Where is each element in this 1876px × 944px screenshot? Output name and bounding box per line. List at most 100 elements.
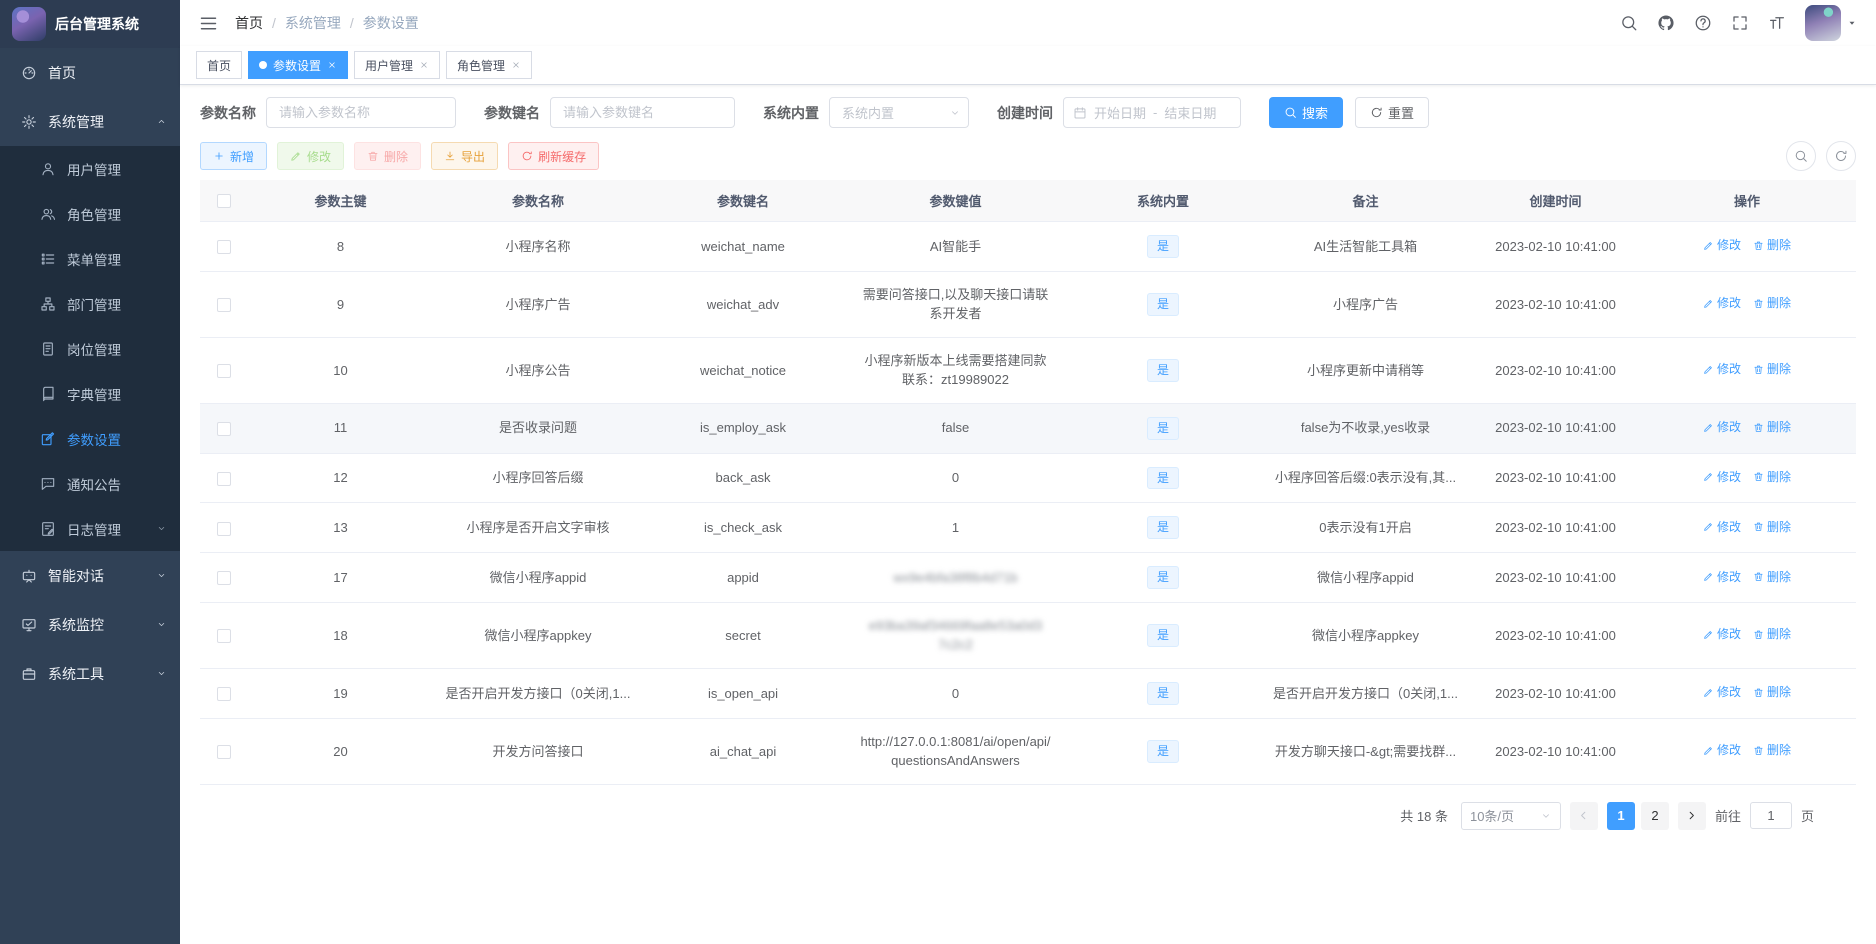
delete-link[interactable]: 删除: [1753, 683, 1791, 701]
row-checkbox[interactable]: [217, 298, 231, 312]
edit-link[interactable]: 修改: [1703, 568, 1741, 586]
question-button[interactable]: [1694, 14, 1712, 32]
tab-role[interactable]: 角色管理: [446, 51, 532, 79]
edit-button[interactable]: 修改: [277, 142, 344, 170]
delete-link[interactable]: 删除: [1753, 741, 1791, 759]
edit-link[interactable]: 修改: [1703, 468, 1741, 486]
delete-link[interactable]: 删除: [1753, 568, 1791, 586]
export-button[interactable]: 导出: [431, 142, 498, 170]
fullscreen-button[interactable]: [1731, 14, 1749, 32]
pencil-icon: [1703, 629, 1714, 640]
row-checkbox[interactable]: [217, 364, 231, 378]
page-size-select[interactable]: 10条/页: [1461, 802, 1561, 830]
sidebar-item-label: 系统监控: [48, 615, 104, 635]
row-checkbox[interactable]: [217, 472, 231, 486]
row-checkbox[interactable]: [217, 629, 231, 643]
edit-link[interactable]: 修改: [1703, 518, 1741, 536]
edit-link[interactable]: 修改: [1703, 683, 1741, 701]
delete-link[interactable]: 删除: [1753, 625, 1791, 643]
refresh-cache-button[interactable]: 刷新缓存: [508, 142, 599, 170]
search-button[interactable]: [1620, 14, 1638, 32]
table-row: 12小程序回答后缀back_ask0是小程序回答后缀:0表示没有,其...202…: [200, 453, 1856, 503]
search-button[interactable]: 搜索: [1269, 97, 1343, 128]
close-icon[interactable]: [511, 60, 521, 70]
column-header: 创建时间: [1473, 180, 1638, 222]
close-icon[interactable]: [419, 60, 429, 70]
sidebar-item-role[interactable]: 角色管理: [0, 191, 180, 236]
param-key-input[interactable]: [550, 97, 735, 128]
param-name-input[interactable]: [266, 97, 456, 128]
row-checkbox[interactable]: [217, 522, 231, 536]
close-icon[interactable]: [327, 60, 337, 70]
edit-link[interactable]: 修改: [1703, 625, 1741, 643]
sidebar-item-config[interactable]: 参数设置: [0, 416, 180, 461]
sidebar-item-ai-chat[interactable]: 智能对话: [0, 551, 180, 600]
delete-link[interactable]: 删除: [1753, 418, 1791, 436]
row-checkbox[interactable]: [217, 745, 231, 759]
reset-button[interactable]: 重置: [1355, 97, 1429, 128]
select-all-header: [200, 180, 248, 222]
refresh-table-button[interactable]: [1826, 141, 1856, 171]
row-checkbox[interactable]: [217, 687, 231, 701]
sidebar-item-system[interactable]: 系统管理: [0, 97, 180, 146]
sidebar-item-dict[interactable]: 字典管理: [0, 371, 180, 416]
goto-page-input[interactable]: [1750, 802, 1792, 829]
builtin-select[interactable]: 系统内置: [829, 97, 969, 128]
cell-name: 是否开启开发方接口（0关闭,1...: [433, 668, 643, 718]
row-checkbox[interactable]: [217, 422, 231, 436]
sidebar-item-notice[interactable]: 通知公告: [0, 461, 180, 506]
tab-label: 用户管理: [365, 57, 413, 74]
sidebar-menu: 首页系统管理用户管理角色管理菜单管理部门管理岗位管理字典管理参数设置通知公告日志…: [0, 48, 180, 698]
edit-link[interactable]: 修改: [1703, 741, 1741, 759]
user-menu[interactable]: [1805, 5, 1858, 41]
chevron-down-icon: [1540, 810, 1552, 822]
date-range-picker[interactable]: 开始日期 - 结束日期: [1063, 97, 1241, 128]
text-size-button[interactable]: [1768, 14, 1786, 32]
delete-link[interactable]: 删除: [1753, 294, 1791, 312]
sidebar-item-home[interactable]: 首页: [0, 48, 180, 97]
github-button[interactable]: [1657, 14, 1675, 32]
gear-icon: [21, 114, 37, 130]
add-button[interactable]: 新增: [200, 142, 267, 170]
breadcrumb-item[interactable]: 首页: [235, 13, 263, 33]
toggle-search-button[interactable]: [1786, 141, 1816, 171]
chevron-down-icon: [156, 570, 167, 581]
delete-button[interactable]: 删除: [354, 142, 421, 170]
sidebar-item-menu[interactable]: 菜单管理: [0, 236, 180, 281]
cell-builtin: 是: [1068, 668, 1258, 718]
edit-link[interactable]: 修改: [1703, 236, 1741, 254]
tab-home[interactable]: 首页: [196, 51, 242, 79]
sidebar-item-label: 日志管理: [67, 519, 121, 539]
next-page-button[interactable]: [1678, 802, 1706, 830]
page-button-1[interactable]: 1: [1607, 802, 1635, 830]
sidebar-item-dept[interactable]: 部门管理: [0, 281, 180, 326]
cell-actions: 修改删除: [1638, 453, 1856, 503]
edit-link[interactable]: 修改: [1703, 360, 1741, 378]
edit-link[interactable]: 修改: [1703, 418, 1741, 436]
caret-down-icon: [1846, 17, 1858, 29]
tab-user[interactable]: 用户管理: [354, 51, 440, 79]
sidebar-item-post[interactable]: 岗位管理: [0, 326, 180, 371]
page-button-2[interactable]: 2: [1641, 802, 1669, 830]
prev-page-button[interactable]: [1570, 802, 1598, 830]
delete-link[interactable]: 删除: [1753, 468, 1791, 486]
sidebar-item-monitor[interactable]: 系统监控: [0, 600, 180, 649]
cell-actions: 修改删除: [1638, 503, 1856, 553]
tab-config[interactable]: 参数设置: [248, 51, 348, 79]
row-checkbox[interactable]: [217, 571, 231, 585]
select-all-checkbox[interactable]: [217, 194, 231, 208]
row-checkbox[interactable]: [217, 240, 231, 254]
delete-link[interactable]: 删除: [1753, 518, 1791, 536]
content: 参数名称 参数键名 系统内置 系统内置 创建时间: [180, 85, 1876, 944]
hamburger-button[interactable]: [198, 13, 219, 34]
sidebar-item-tool[interactable]: 系统工具: [0, 649, 180, 698]
cell-remark: 小程序回答后缀:0表示没有,其...: [1258, 453, 1473, 503]
edit-link[interactable]: 修改: [1703, 294, 1741, 312]
sidebar-item-log[interactable]: 日志管理: [0, 506, 180, 551]
delete-link[interactable]: 删除: [1753, 236, 1791, 254]
cell-name: 开发方问答接口: [433, 718, 643, 784]
sidebar-item-user[interactable]: 用户管理: [0, 146, 180, 191]
delete-link[interactable]: 删除: [1753, 360, 1791, 378]
cell-name: 微信小程序appkey: [433, 602, 643, 668]
users-icon: [40, 206, 56, 222]
